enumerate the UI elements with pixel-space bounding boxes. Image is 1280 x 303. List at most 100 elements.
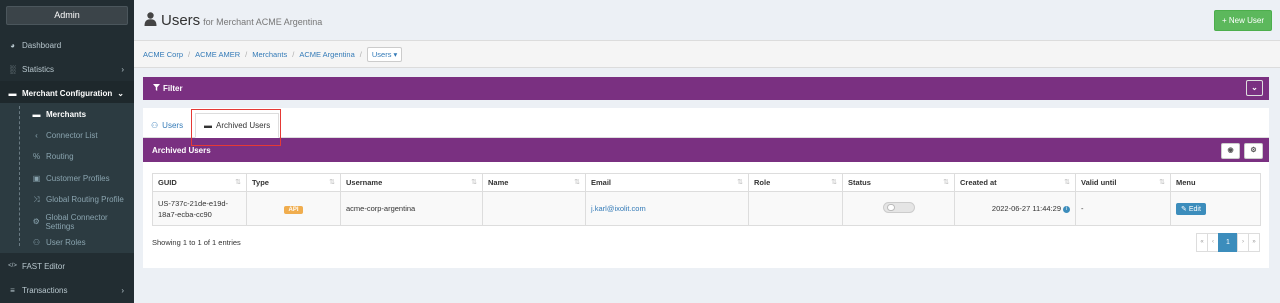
sidebar-subitem-label: Connector List (46, 131, 98, 140)
column-label: Role (754, 178, 771, 187)
table-row: US-737c-21de-e19d-18a7-ecba-cc90 API acm… (152, 191, 1261, 226)
tabs: ⚇ Users ▬ Archived Users (143, 108, 1269, 138)
column-header-name[interactable]: Name ⇅ (482, 173, 586, 192)
pagination-last[interactable]: » (1248, 233, 1260, 252)
cogs-icon: ⚙ (1250, 147, 1257, 154)
sidebar-item-label: FAST Editor (22, 261, 65, 271)
archive-icon: ▬ (204, 121, 212, 130)
sidebar-subitem-label: Merchants (46, 110, 87, 119)
sidebar: Admin ◕ Dashboard ░ Statistics › ▬ Merch… (0, 0, 134, 303)
users-icon: ⚇ (32, 238, 41, 247)
edit-button[interactable]: ✎ Edit (1176, 202, 1206, 215)
table-header-row: GUID ⇅ Type ⇅ Username ⇅ Name ⇅ Email ⇅ Role ⇅… (152, 173, 1261, 192)
column-label: GUID (158, 178, 177, 187)
sidebar-item-merchant-configuration[interactable]: ▬ Merchant Configuration ⌄ (0, 81, 134, 105)
sidebar-subitem-customer-profiles[interactable]: ▣ Customer Profiles (0, 168, 134, 189)
column-label: Type (252, 178, 269, 187)
bar-chart-icon: ░ (9, 64, 16, 74)
sidebar-subitem-merchants[interactable]: ▬ Merchants (0, 104, 134, 125)
section-header: Archived Users ◉ ⚙ (143, 138, 1269, 162)
sidebar-item-transactions[interactable]: ≡ Transactions › (0, 278, 134, 302)
toggle-columns-button[interactable]: ◉ (1221, 143, 1240, 159)
sidebar-item-fast-editor[interactable]: </> FAST Editor (0, 254, 134, 278)
sort-icon: ⇅ (1064, 179, 1070, 186)
column-label: Menu (1176, 178, 1196, 187)
eye-icon: ◉ (1227, 147, 1234, 154)
id-card-icon: ▣ (32, 174, 41, 183)
filter-toggle-button[interactable]: ⌄ (1246, 80, 1263, 96)
cell-name (482, 191, 586, 226)
content-box: ⚇ Users ▬ Archived Users Archived Users … (143, 108, 1269, 268)
status-toggle[interactable] (882, 202, 915, 213)
folder-icon: ▬ (32, 110, 41, 119)
created-at-value: 2022-06-27 11:44:29 (991, 204, 1061, 213)
cell-role (748, 191, 843, 226)
column-header-menu: Menu (1170, 173, 1261, 192)
filter-label: Filter (163, 84, 183, 93)
breadcrumb-separator: / (188, 49, 191, 59)
sidebar-subitem-routing[interactable]: % Routing (0, 146, 134, 167)
breadcrumb-merchants[interactable]: Merchants (252, 50, 287, 59)
breadcrumb-acme-argentina[interactable]: ACME Argentina (299, 50, 354, 59)
sidebar-item-label: Transactions (22, 285, 68, 295)
share-icon: ‹ (35, 131, 38, 140)
routing-icon: % (32, 152, 41, 161)
chevron-right-icon: › (121, 64, 124, 74)
sort-icon: ⇅ (235, 179, 241, 186)
settings-button[interactable]: ⚙ (1244, 143, 1263, 159)
tab-users-label: Users (162, 121, 184, 130)
column-header-status[interactable]: Status ⇅ (842, 173, 955, 192)
sidebar-subitem-label: User Roles (46, 238, 86, 247)
column-header-role[interactable]: Role ⇅ (748, 173, 843, 192)
toggle-knob (886, 204, 895, 211)
sidebar-item-dashboard[interactable]: ◕ Dashboard (0, 33, 134, 57)
code-icon: </> (8, 263, 17, 269)
column-label: Email (591, 178, 612, 187)
column-header-email[interactable]: Email ⇅ (585, 173, 749, 192)
filter-bar[interactable]: Filter ⌄ (143, 77, 1269, 100)
cell-status (842, 191, 955, 226)
sort-icon: ⇅ (1159, 179, 1165, 186)
column-label: Status (848, 178, 871, 187)
sort-icon: ⇅ (329, 179, 335, 186)
pagination-page-1[interactable]: 1 (1218, 233, 1238, 252)
cell-username: acme-corp-argentina (340, 191, 483, 226)
pagination: « ‹ 1 › » (1196, 233, 1260, 252)
breadcrumb-acme-corp[interactable]: ACME Corp (143, 50, 183, 59)
chevron-right-icon: › (121, 285, 124, 295)
type-badge: API (284, 205, 303, 214)
column-label: Username (346, 178, 383, 187)
cell-email: j.karl@ixolit.com (585, 191, 749, 226)
column-header-type[interactable]: Type ⇅ (246, 173, 341, 192)
column-header-guid[interactable]: GUID ⇅ (152, 173, 247, 192)
column-header-username[interactable]: Username ⇅ (340, 173, 483, 192)
breadcrumb-acme-amer[interactable]: ACME AMER (195, 50, 240, 59)
info-icon[interactable]: i (1063, 205, 1070, 213)
sidebar-subitem-global-connector-settings[interactable]: ⚙ Global Connector Settings (0, 211, 134, 232)
chevron-down-icon: ⌄ (1251, 83, 1258, 92)
column-header-valid-until[interactable]: Valid until ⇅ (1075, 173, 1171, 192)
tab-users[interactable]: ⚇ Users (143, 113, 191, 138)
sidebar-subitem-connector-list[interactable]: ‹ Connector List (0, 125, 134, 146)
sort-icon: ⇅ (737, 179, 743, 186)
sidebar-subitem-label: Global Connector Settings (45, 212, 108, 231)
sidebar-item-label: Dashboard (22, 40, 62, 50)
new-user-button[interactable]: + New User (1214, 10, 1272, 31)
sidebar-item-statistics[interactable]: ░ Statistics › (0, 57, 134, 81)
page-header: Users for Merchant ACME Argentina + New U… (134, 0, 1280, 40)
email-link[interactable]: j.karl@ixolit.com (591, 204, 646, 213)
dashboard-icon: ◕ (10, 40, 15, 50)
cell-type: API (246, 191, 341, 226)
column-label: Created at (960, 178, 997, 187)
sidebar-subitem-user-roles[interactable]: ⚇ User Roles (0, 232, 134, 253)
breadcrumb-users-dropdown[interactable]: Users ▾ (366, 46, 403, 62)
sidebar-subitem-global-routing-profile[interactable]: ⤨ Global Routing Profile (0, 189, 134, 210)
chevron-down-icon: ⌄ (117, 88, 124, 98)
cell-guid: US-737c-21de-e19d-18a7-ecba-cc90 (152, 191, 247, 226)
admin-box[interactable]: Admin (6, 6, 128, 25)
tab-archived-users[interactable]: ▬ Archived Users (195, 113, 280, 138)
breadcrumb-separator: / (359, 49, 362, 59)
column-header-created-at[interactable]: Created at ⇅ (954, 173, 1076, 192)
users-icon: ⚇ (151, 121, 159, 130)
breadcrumb: ACME Corp / ACME AMER / Merchants / ACME… (134, 40, 1280, 68)
